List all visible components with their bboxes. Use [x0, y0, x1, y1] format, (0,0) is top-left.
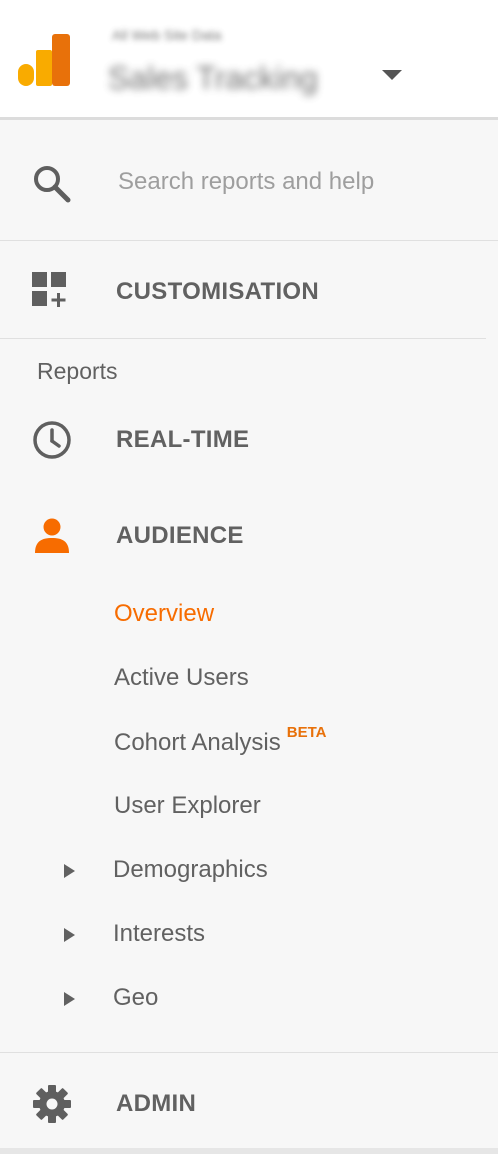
audience-active-users[interactable]: Active Users [114, 664, 249, 692]
cohort-analysis-label: Cohort Analysis [114, 729, 281, 756]
nav-admin[interactable]: ADMIN [0, 1076, 498, 1132]
expand-arrow-icon[interactable] [64, 928, 75, 942]
nav-customisation-label: CUSTOMISATION [116, 278, 320, 305]
audience-cohort-analysis[interactable]: Cohort Analysis BETA [114, 724, 326, 757]
caret-down-icon[interactable] [382, 70, 402, 80]
audience-user-explorer[interactable]: User Explorer [114, 792, 261, 820]
person-icon [35, 518, 69, 553]
search-bar [0, 122, 498, 241]
audience-geo[interactable]: Geo [113, 984, 158, 1012]
search-input[interactable] [118, 162, 478, 202]
gear-icon [33, 1085, 71, 1123]
search-icon[interactable] [32, 164, 72, 204]
dashboard-add-icon [32, 272, 66, 307]
clock-icon [33, 421, 71, 459]
expand-arrow-icon[interactable] [64, 864, 75, 878]
nav-admin-label: ADMIN [116, 1090, 197, 1117]
footer-divider [0, 1148, 498, 1154]
navigation-panel: All Web Site Data Sales Tracking CUSTOMI… [0, 0, 498, 1154]
divider [0, 1052, 498, 1053]
audience-demographics[interactable]: Demographics [113, 856, 268, 884]
audience-interests[interactable]: Interests [113, 920, 205, 948]
nav-audience[interactable]: AUDIENCE [0, 508, 498, 568]
header: All Web Site Data Sales Tracking [0, 0, 498, 120]
account-view-name: All Web Site Data [112, 28, 222, 42]
analytics-logo-icon[interactable] [18, 34, 70, 86]
nav-realtime-label: REAL-TIME [116, 426, 250, 453]
nav-audience-label: AUDIENCE [116, 522, 244, 549]
nav-customisation[interactable]: CUSTOMISATION [0, 242, 486, 339]
beta-badge: BETA [286, 724, 327, 741]
audience-overview[interactable]: Overview [114, 600, 214, 628]
property-name: Sales Tracking [108, 60, 318, 96]
reports-section-label: Reports [37, 358, 118, 384]
expand-arrow-icon[interactable] [64, 992, 75, 1006]
account-selector[interactable]: All Web Site Data Sales Tracking [108, 22, 408, 102]
nav-realtime[interactable]: REAL-TIME [0, 410, 498, 472]
